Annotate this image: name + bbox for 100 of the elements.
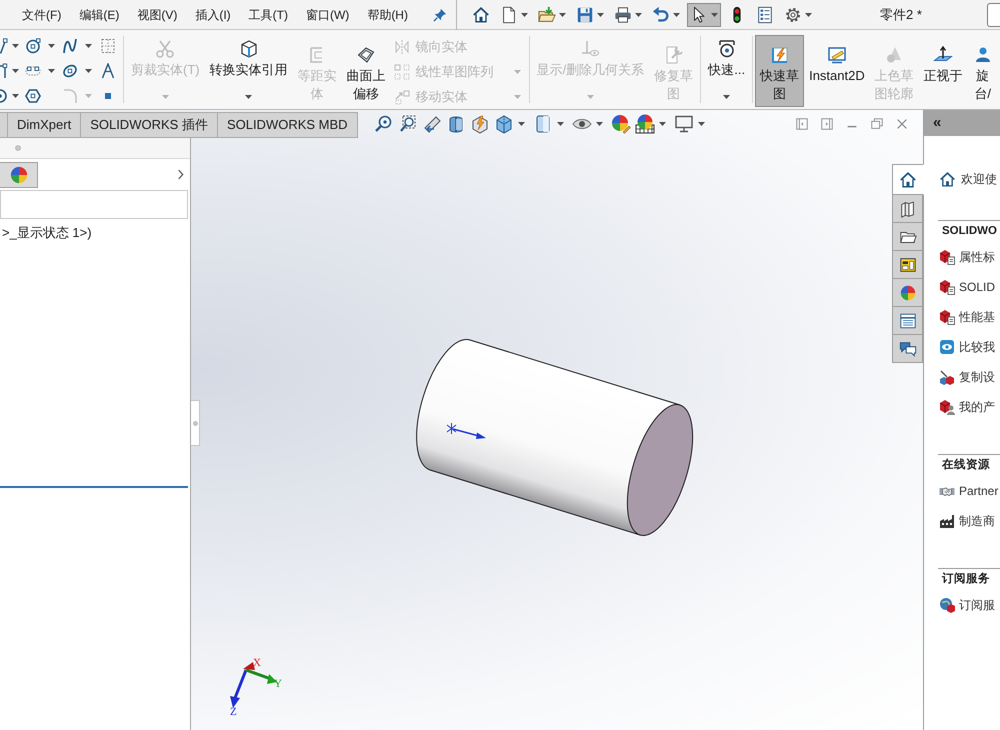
sketch-tool-button[interactable] <box>25 36 55 56</box>
target-icon <box>716 39 737 59</box>
task-link[interactable]: 我的产 <box>959 398 995 416</box>
globe-cube-icon <box>939 597 955 613</box>
caret-icon[interactable] <box>596 122 603 126</box>
caret-icon <box>12 68 19 72</box>
task-link[interactable]: 制造商 <box>959 512 995 530</box>
caret-icon <box>48 68 55 72</box>
tab[interactable]: SOLIDWORKS MBD <box>216 112 358 138</box>
pane-tab[interactable] <box>892 222 923 251</box>
ribbon-button[interactable]: 正视于 <box>918 35 968 107</box>
filter-field[interactable] <box>0 190 188 219</box>
sketch-tool-button[interactable] <box>0 36 19 56</box>
spline-icon <box>62 38 78 54</box>
caret-icon <box>804 12 812 16</box>
home-icon <box>939 170 956 188</box>
palette-view-icon <box>898 256 916 274</box>
ribbon-button[interactable]: 快速草 图 <box>755 35 804 107</box>
move-icon <box>394 88 410 104</box>
cube-lightning-icon[interactable] <box>470 114 490 134</box>
caret-icon <box>48 44 55 48</box>
toolbar-button[interactable] <box>686 2 721 26</box>
collapse-button[interactable]: « <box>933 115 942 131</box>
menu-item[interactable]: 文件(F) <box>13 2 70 26</box>
caret-icon <box>723 95 730 99</box>
task-link[interactable]: SOLID <box>959 278 996 296</box>
pane-tab[interactable] <box>892 306 923 335</box>
arrow-marker-icon <box>446 422 486 439</box>
cube-icon <box>238 39 259 59</box>
pane-tab[interactable] <box>892 164 924 195</box>
task-link[interactable]: 性能基 <box>959 308 995 326</box>
pane-tab[interactable] <box>892 250 923 279</box>
axis-label: Y <box>274 678 282 690</box>
color-ball-icon <box>898 284 916 302</box>
list-document-icon <box>756 6 774 24</box>
color-ball-pencil-icon[interactable] <box>610 114 631 134</box>
caret-icon <box>162 95 169 99</box>
sketch-tool-button[interactable] <box>0 60 19 80</box>
ribbon-button[interactable]: 旋 台/ <box>968 35 998 107</box>
ellipse-icon <box>62 62 78 78</box>
task-link[interactable]: 复制设 <box>959 368 995 386</box>
wrench-document-icon <box>664 45 684 65</box>
magnifier-frame-icon[interactable] <box>398 114 418 134</box>
splitter-handle[interactable] <box>191 400 200 446</box>
document-title: 零件2 * <box>879 6 923 24</box>
caret-icon[interactable] <box>556 122 564 126</box>
surface-offset-icon <box>356 45 376 65</box>
pane-tab[interactable] <box>892 334 923 363</box>
text-tool-icon <box>100 62 116 78</box>
task-link[interactable]: 订阅服 <box>959 596 995 614</box>
pane-left-icon[interactable] <box>795 117 809 131</box>
scene-ball-icon[interactable] <box>634 114 655 134</box>
previous-view-icon[interactable] <box>422 114 442 134</box>
grid-pattern-icon <box>394 64 410 80</box>
welcome-link[interactable]: 欢迎使 <box>961 170 997 188</box>
ribbon-button[interactable]: 曲面上 偏移 <box>342 35 391 107</box>
pin-icon[interactable] <box>432 8 447 22</box>
section-title: SOLIDWO <box>942 224 997 240</box>
caret-icon[interactable] <box>658 122 666 126</box>
factory-icon <box>939 513 955 529</box>
menu-item[interactable]: 编辑(E) <box>70 2 128 26</box>
menu-item[interactable]: 插入(I) <box>186 2 240 26</box>
caret-icon <box>12 94 19 98</box>
menu-item[interactable]: 窗口(W) <box>296 2 358 26</box>
task-link[interactable]: Partner <box>959 482 998 500</box>
panel-tab[interactable] <box>0 162 38 188</box>
folder-arrow-icon <box>538 6 556 24</box>
task-link[interactable]: 比较我 <box>959 338 995 356</box>
sketch-tool-button[interactable] <box>100 60 116 80</box>
magnifier-icon[interactable] <box>374 114 394 134</box>
pane-right-icon[interactable] <box>820 117 834 131</box>
chevron-right-icon[interactable] <box>177 169 184 180</box>
ribbon-button[interactable]: 转换实体引用 <box>204 35 293 107</box>
menu-item[interactable]: 帮助(H) <box>358 2 417 26</box>
search-field[interactable] <box>987 2 1000 26</box>
caret-icon[interactable] <box>698 122 705 126</box>
ribbon-button[interactable]: 快速... <box>703 35 750 107</box>
tab[interactable]: DimXpert <box>7 112 82 138</box>
section-title: 订阅服务 <box>942 571 990 588</box>
menu-item[interactable]: 工具(T) <box>240 2 297 26</box>
cube-document-icon <box>939 249 955 265</box>
gear-icon <box>784 6 802 24</box>
caret-icon[interactable] <box>518 122 525 126</box>
caret-icon <box>558 12 566 16</box>
task-link[interactable]: 属性标 <box>959 248 995 266</box>
ribbon-button[interactable]: Instant2D <box>804 35 870 107</box>
caret-icon <box>85 94 92 98</box>
caret-icon <box>245 95 252 99</box>
view-cube-icon[interactable] <box>494 114 514 134</box>
caret-icon <box>596 12 604 16</box>
close-icon[interactable] <box>895 117 909 131</box>
menu-item[interactable]: 视图(V) <box>128 2 186 26</box>
restore-icon[interactable] <box>870 117 884 131</box>
tab[interactable]: SOLIDWORKS 插件 <box>80 112 218 138</box>
tree-item[interactable]: >_显示状态 1>) <box>0 223 190 243</box>
cube-person-icon <box>939 399 955 415</box>
monitor-icon[interactable] <box>674 114 694 134</box>
caret-icon <box>672 12 680 16</box>
folded-map-icon <box>898 200 916 218</box>
pane-tab[interactable] <box>892 194 923 223</box>
